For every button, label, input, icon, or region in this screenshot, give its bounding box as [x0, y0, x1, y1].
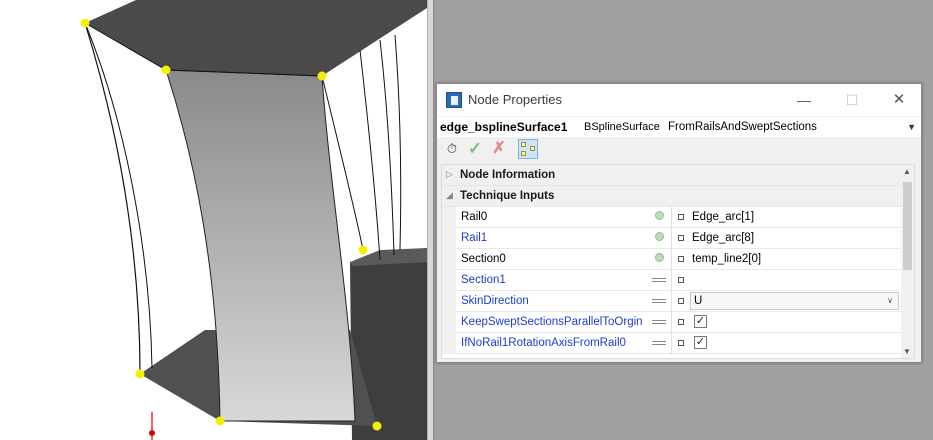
expand-arrow-icon[interactable]: ▷ — [446, 169, 453, 180]
scroll-up-icon[interactable]: ▲ — [903, 167, 911, 176]
pane-splitter[interactable] — [427, 0, 434, 440]
control-point — [135, 369, 145, 379]
control-point — [358, 245, 368, 255]
node-type: BSplineSurface — [584, 121, 660, 133]
property-name: Rail1 — [461, 232, 488, 244]
property-grid: ▷ Node Information ◢ Technique Inputs Ra… — [441, 164, 915, 359]
replication-toggle[interactable] — [678, 298, 684, 304]
top-slab-face — [85, 0, 427, 76]
pin-icon[interactable] — [650, 336, 668, 350]
rail-curve-left-inner — [84, 22, 153, 369]
control-point — [80, 18, 90, 28]
property-row-skindirection[interactable]: SkinDirection U ∨ — [442, 291, 903, 312]
property-name: IfNoRail1RotationAxisFromRail0 — [461, 337, 626, 349]
dialog-titlebar[interactable]: Node Properties — ☐ ✕ — [437, 84, 921, 116]
node-name[interactable]: edge_bsplineSurface1 — [440, 120, 567, 134]
rotation-axis-checkbox[interactable]: ✓ — [694, 336, 707, 349]
rail-curve-right-4 — [394, 34, 402, 251]
zoom-icon[interactable] — [650, 252, 668, 266]
vertical-scrollbar[interactable]: ▲ ▼ — [901, 165, 914, 358]
node-properties-dialog: Node Properties — ☐ ✕ edge_bsplineSurfac… — [436, 83, 922, 363]
collapse-arrow-icon[interactable]: ◢ — [446, 190, 453, 201]
app-icon — [446, 92, 462, 108]
property-name: Rail0 — [461, 211, 488, 223]
property-name: SkinDirection — [461, 295, 529, 307]
rail-curve-right-2 — [359, 49, 381, 261]
replication-toggle[interactable] — [678, 256, 684, 262]
rail-curve-left-outer — [84, 22, 141, 375]
node-toolbar: ⏱ ✓ ✗ — [437, 138, 921, 160]
property-row-keepsweptsections[interactable]: KeepSweptSectionsParallelToOrgin ✓ — [442, 312, 903, 333]
property-row-ifnorail1[interactable]: IfNoRail1RotationAxisFromRail0 ✓ — [442, 333, 903, 354]
technique-select[interactable]: FromRailsAndSweptSections ▼ — [666, 120, 919, 136]
property-value[interactable]: temp_line2[0] — [692, 253, 761, 265]
3d-model-canvas[interactable] — [0, 0, 427, 440]
3d-viewport[interactable] — [0, 0, 427, 440]
zoom-icon[interactable] — [650, 210, 668, 224]
category-label: Technique Inputs — [460, 190, 555, 202]
property-row-rail0[interactable]: Rail0 Edge_arc[1] — [442, 207, 903, 228]
chevron-down-icon: ▼ — [907, 122, 916, 132]
property-name: KeepSweptSectionsParallelToOrgin — [461, 316, 643, 328]
zoom-icon[interactable] — [650, 231, 668, 245]
replication-toggle[interactable] — [678, 214, 684, 220]
select-value: U — [694, 295, 703, 307]
pin-icon[interactable] — [650, 273, 668, 287]
control-point — [215, 416, 225, 426]
property-name: Section1 — [461, 274, 506, 286]
dialog-title: Node Properties — [468, 92, 562, 107]
category-label: Node Information — [460, 169, 556, 181]
control-point — [161, 65, 171, 75]
pin-icon[interactable] — [650, 294, 668, 308]
axis-origin-point — [149, 430, 155, 436]
scroll-down-icon[interactable]: ▼ — [903, 347, 911, 356]
run-icon[interactable]: ⏱ — [443, 140, 461, 158]
property-row-section1[interactable]: Section1 — [442, 270, 903, 291]
replication-toggle[interactable] — [678, 319, 684, 325]
pin-icon[interactable] — [650, 315, 668, 329]
keep-swept-sections-checkbox[interactable]: ✓ — [694, 315, 707, 328]
close-button[interactable]: ✕ — [888, 90, 910, 110]
property-value[interactable]: Edge_arc[8] — [692, 232, 754, 244]
category-node-information[interactable]: ▷ Node Information — [442, 165, 903, 186]
rail-curve-right-3 — [379, 39, 395, 256]
replication-toggle[interactable] — [678, 340, 684, 346]
property-name: Section0 — [461, 253, 506, 265]
scrollbar-thumb[interactable] — [903, 182, 912, 270]
apply-check-icon[interactable]: ✓ — [466, 140, 484, 158]
maximize-button[interactable]: ☐ — [841, 90, 863, 110]
graph-view-icon[interactable] — [518, 139, 538, 159]
chevron-down-icon: ∨ — [887, 296, 893, 305]
skin-direction-select[interactable]: U ∨ — [690, 292, 899, 310]
category-technique-inputs[interactable]: ◢ Technique Inputs — [442, 186, 903, 207]
property-row-section0[interactable]: Section0 temp_line2[0] — [442, 249, 903, 270]
minimize-button[interactable]: — — [793, 90, 815, 110]
property-row-rail1[interactable]: Rail1 Edge_arc[8] — [442, 228, 903, 249]
control-point — [372, 421, 382, 431]
property-value[interactable]: Edge_arc[1] — [692, 211, 754, 223]
control-point — [317, 71, 327, 81]
cancel-x-icon[interactable]: ✗ — [490, 140, 508, 158]
technique-value: FromRailsAndSweptSections — [668, 121, 817, 133]
replication-toggle[interactable] — [678, 235, 684, 241]
replication-toggle[interactable] — [678, 277, 684, 283]
node-header-row: edge_bsplineSurface1 BSplineSurface From… — [437, 117, 921, 137]
